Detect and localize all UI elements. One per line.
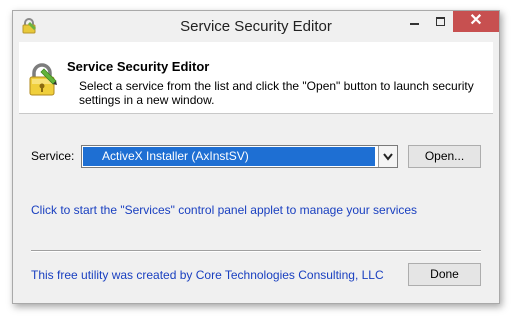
title-bar[interactable]: Service Security Editor ✕	[13, 11, 499, 42]
chevron-down-icon	[383, 153, 393, 161]
maximize-icon	[435, 17, 445, 27]
divider	[31, 250, 481, 252]
header-title: Service Security Editor	[67, 59, 210, 74]
close-button[interactable]: ✕	[453, 11, 499, 32]
main-window: Service Security Editor ✕ Service Securi…	[12, 10, 500, 304]
done-button[interactable]: Done	[408, 263, 481, 286]
close-icon: ✕	[469, 12, 483, 29]
lock-icon	[29, 63, 57, 96]
minimize-button[interactable]	[401, 11, 427, 32]
open-button[interactable]: Open...	[408, 145, 481, 168]
header-description: Select a service from the list and click…	[79, 79, 474, 107]
header-panel: Service Security Editor Select a service…	[19, 42, 493, 114]
service-label: Service:	[31, 149, 75, 163]
service-selected-value[interactable]: ActiveX Installer (AxInstSV)	[83, 147, 375, 166]
dropdown-button[interactable]	[378, 146, 397, 167]
service-dropdown[interactable]: ActiveX Installer (AxInstSV)	[81, 145, 398, 168]
maximize-button[interactable]	[427, 11, 453, 32]
credit-text: This free utility was created by Core Te…	[31, 268, 384, 282]
services-applet-link[interactable]: Click to start the "Services" control pa…	[31, 203, 417, 217]
minimize-icon	[409, 22, 419, 25]
content-area: Service: ActiveX Installer (AxInstSV) Op…	[19, 114, 493, 297]
